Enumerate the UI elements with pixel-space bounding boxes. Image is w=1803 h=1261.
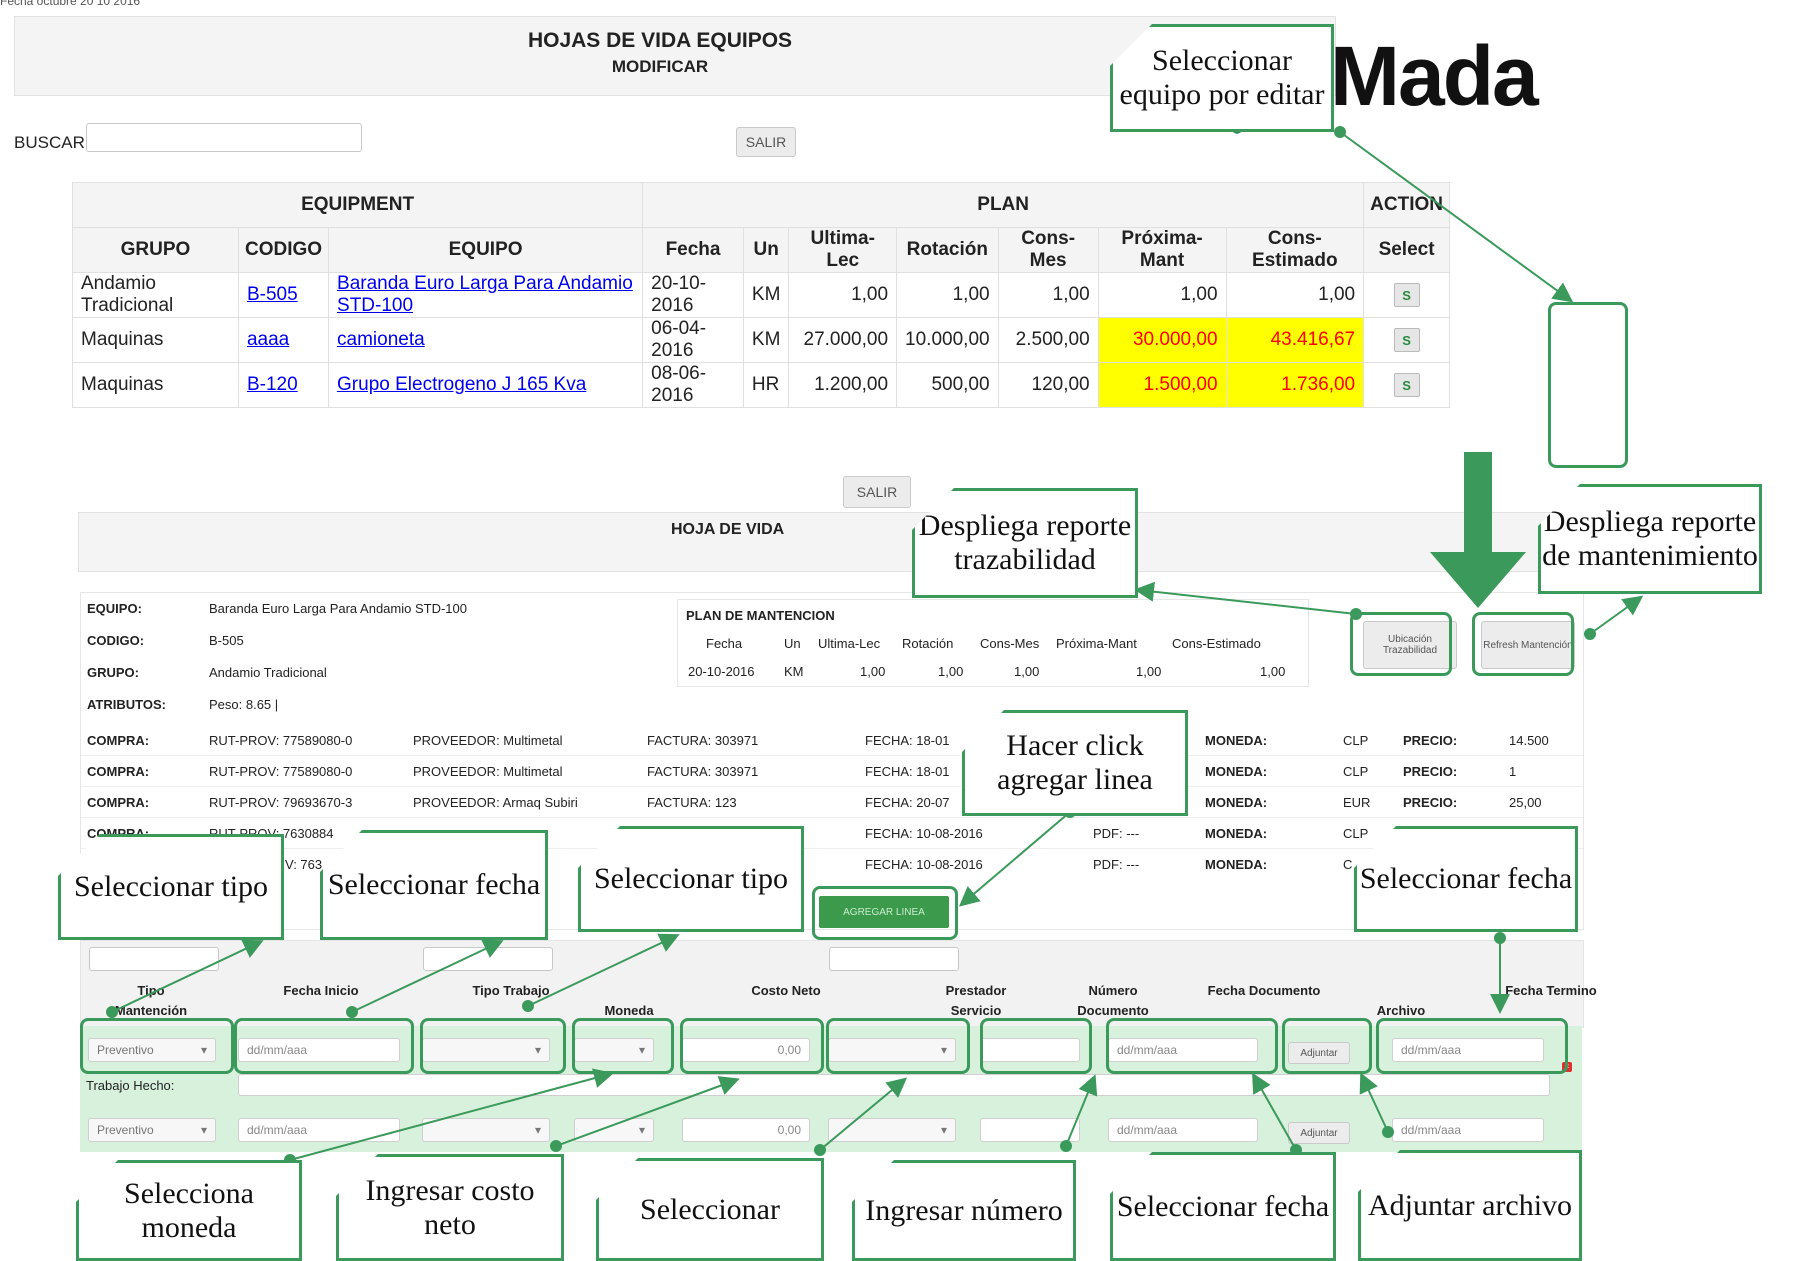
callout-adjuntar-archivo: Adjuntar archivo [1358, 1150, 1582, 1261]
callout-seleccionar-fecha-3: Seleccionar fecha [1110, 1152, 1336, 1261]
callout-seleccionar-equipo: Seleccionar equipo por editar [1110, 24, 1334, 132]
callout-trazabilidad: Despliega reporte trazabilidad [912, 488, 1138, 598]
callout-seleccionar: Seleccionar [596, 1158, 824, 1261]
callout-seleccionar-tipo-2: Seleccionar tipo [578, 826, 804, 932]
callout-seleccionar-tipo-1: Seleccionar tipo [58, 834, 284, 940]
callout-selecciona-moneda: Selecciona moneda [76, 1160, 302, 1261]
callout-seleccionar-fecha-1: Seleccionar fecha [320, 830, 548, 940]
callout-agregar-linea: Hacer click agregar linea [962, 710, 1188, 816]
annotation-arrows [106, 126, 1644, 1166]
callout-ingresar-costo: Ingresar costo neto [336, 1154, 564, 1261]
callout-mantenimiento: Despliega reporte de mantenimiento [1538, 484, 1762, 594]
callout-ingresar-numero: Ingresar número [852, 1160, 1076, 1261]
callout-seleccionar-fecha-2: Seleccionar fecha [1354, 826, 1578, 932]
